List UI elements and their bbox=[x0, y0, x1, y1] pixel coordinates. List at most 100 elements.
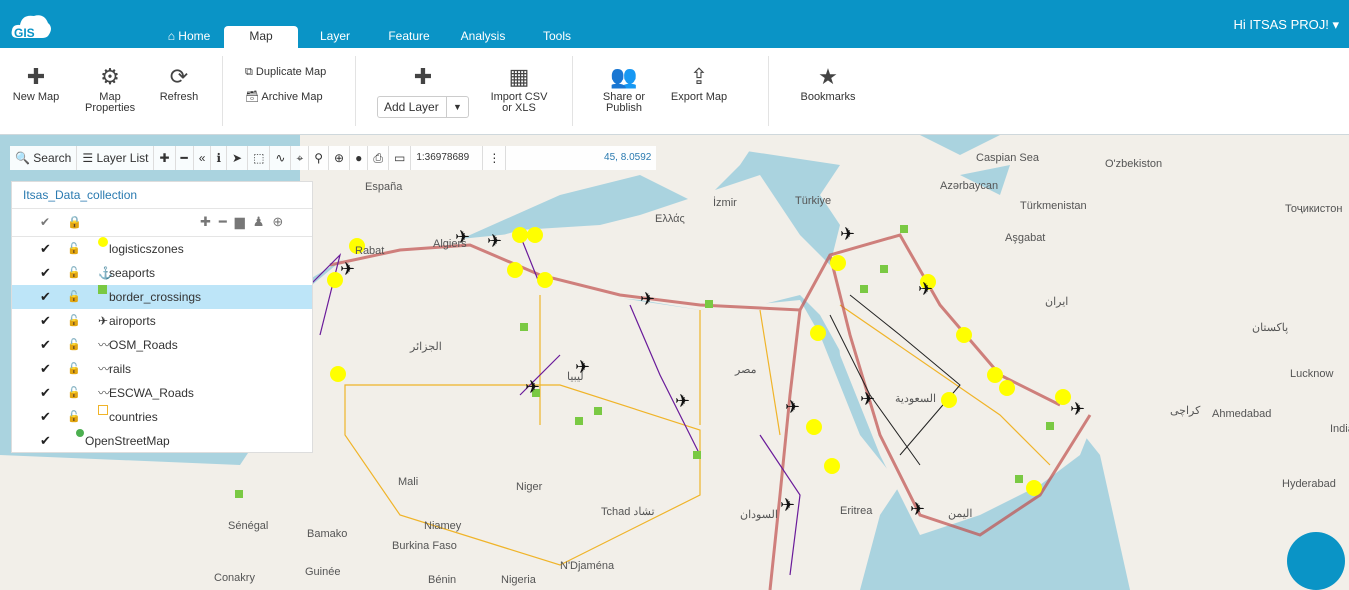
visibility-checkbox[interactable]: ✔ bbox=[40, 309, 51, 333]
archive-icon: 🗃 bbox=[245, 91, 262, 103]
map-place-label: Rabat bbox=[355, 245, 385, 257]
visibility-checkbox[interactable]: ✔ bbox=[40, 261, 51, 285]
layer-row[interactable]: ✔ 🔓 logisticszones bbox=[12, 237, 312, 261]
layer-row[interactable]: ✔ 🔓 ⚓ seaports bbox=[12, 261, 312, 285]
visibility-checkbox[interactable]: ✔ bbox=[40, 357, 51, 381]
divider bbox=[355, 56, 356, 126]
visibility-checkbox[interactable]: ✔ bbox=[40, 285, 51, 309]
share-publish-button[interactable]: 👥 Share or Publish bbox=[596, 48, 652, 114]
unlock-icon[interactable]: 🔓 bbox=[67, 285, 81, 309]
visibility-checkbox[interactable]: ✔ bbox=[40, 429, 51, 453]
zoom-extent-icon[interactable]: ⊕ bbox=[329, 146, 351, 170]
divider bbox=[222, 56, 223, 126]
globe-icon[interactable]: ● bbox=[350, 146, 369, 170]
scale-readout: 1:36978689 bbox=[411, 146, 484, 170]
more-icon[interactable]: ⋮ bbox=[483, 146, 507, 170]
remove-icon[interactable]: ━ bbox=[219, 214, 235, 229]
duplicate-map-button[interactable]: ⧉ Duplicate Map bbox=[245, 66, 326, 79]
layer-row[interactable]: ✔ 🔓 〰 ESCWA_Roads bbox=[12, 381, 312, 405]
svg-text:✈: ✈ bbox=[780, 495, 795, 515]
folder-icon[interactable]: ▆ bbox=[235, 214, 253, 229]
add-layer-dropdown[interactable]: Add Layer ▼ bbox=[377, 96, 469, 118]
unlock-icon[interactable]: 🔓 bbox=[67, 333, 81, 357]
info-icon[interactable]: ℹ bbox=[211, 146, 228, 170]
map-place-label: Niger bbox=[516, 481, 543, 493]
map-place-label: كراچی bbox=[1170, 405, 1201, 417]
draw-icon[interactable]: ∿ bbox=[270, 146, 292, 170]
map-place-label: ليبيا bbox=[567, 371, 584, 383]
tab-tools[interactable]: Tools bbox=[535, 26, 579, 48]
map-properties-button[interactable]: ⚙ Map Properties bbox=[82, 48, 138, 114]
divider bbox=[572, 56, 573, 126]
visibility-checkbox[interactable]: ✔ bbox=[40, 405, 51, 429]
refresh-button[interactable]: ⟳ Refresh bbox=[152, 48, 206, 103]
print-icon[interactable]: ⎙ bbox=[368, 146, 389, 170]
collapse-icon[interactable]: « bbox=[194, 146, 212, 170]
visibility-checkbox[interactable]: ✔ bbox=[40, 333, 51, 357]
measure-icon[interactable]: ▭ bbox=[389, 146, 412, 170]
select-box-icon[interactable]: ⬚ bbox=[248, 146, 271, 170]
crosshair-icon[interactable]: ⌖ bbox=[291, 146, 310, 170]
check-all-icon[interactable]: ✔ bbox=[40, 215, 50, 229]
unlock-icon[interactable]: 🔓 bbox=[67, 237, 81, 261]
map-place-label: Tchad تشاد bbox=[601, 506, 655, 518]
map-place-label: Niamey bbox=[424, 520, 462, 532]
add-layer-icon-button[interactable]: ✚ bbox=[400, 48, 446, 92]
layer-row[interactable]: ✔ 🔓 ✈ airoports bbox=[12, 309, 312, 333]
bookmarks-button[interactable]: ★ Bookmarks bbox=[796, 48, 860, 103]
unlock-icon[interactable]: 🔓 bbox=[67, 309, 81, 333]
tab-map[interactable]: Map bbox=[224, 26, 298, 48]
svg-text:✈: ✈ bbox=[840, 224, 855, 244]
chat-button[interactable] bbox=[1287, 532, 1345, 590]
visibility-checkbox[interactable]: ✔ bbox=[40, 381, 51, 405]
gear-icon: ⚙ bbox=[100, 64, 120, 89]
layer-row[interactable]: ✔ 🔓 〰 rails bbox=[12, 357, 312, 381]
map-place-label: Azərbaycan bbox=[940, 180, 999, 192]
unlock-icon[interactable]: 🔓 bbox=[67, 357, 81, 381]
add-icon[interactable]: ✚ bbox=[200, 214, 219, 229]
table-icon: ▦ bbox=[508, 64, 530, 89]
new-map-button[interactable]: ✚ New Map bbox=[8, 48, 64, 103]
layer-name: countries bbox=[109, 410, 158, 424]
map-place-label: İzmir bbox=[713, 197, 737, 209]
unlock-icon[interactable]: 🔓 bbox=[67, 261, 81, 285]
top-bar: GIS ⌂ Home Map Layer Feature Analysis To… bbox=[0, 0, 1349, 48]
tab-feature[interactable]: Feature bbox=[380, 26, 438, 48]
pointer-icon[interactable]: ➤ bbox=[227, 146, 249, 170]
caret-down-icon: ▼ bbox=[446, 97, 468, 117]
zoom-out-icon[interactable]: ━ bbox=[176, 146, 194, 170]
zoom-in-icon[interactable]: ✚ bbox=[154, 146, 176, 170]
unlock-icon[interactable]: 🔓 bbox=[67, 405, 81, 429]
archive-map-button[interactable]: 🗃 Archive Map bbox=[245, 90, 323, 103]
user-icon[interactable]: ♟ bbox=[253, 214, 273, 229]
map-place-label: Ahmedabad bbox=[1212, 408, 1272, 420]
layer-row[interactable]: ✔ 🔓 〰 OSM_Roads bbox=[12, 333, 312, 357]
svg-text:GIS: GIS bbox=[14, 26, 35, 40]
layer-panel: Itsas_Data_collection ✔ 🔒 ✚━▆♟⊕ ✔ 🔓 logist… bbox=[11, 181, 313, 453]
map-place-label: N'Djaména bbox=[560, 560, 615, 572]
user-menu[interactable]: Hi ITSAS PROJ! ▾ bbox=[1234, 17, 1340, 33]
layer-name: ESCWA_Roads bbox=[109, 386, 194, 400]
map-place-label: السعودية bbox=[895, 393, 937, 405]
tab-analysis[interactable]: Analysis bbox=[453, 26, 513, 48]
lock-icon[interactable]: 🔒 bbox=[67, 215, 82, 229]
layer-row[interactable]: ✔ OpenStreetMap bbox=[12, 429, 312, 453]
map-place-label: الجزائر bbox=[410, 341, 442, 353]
tab-home[interactable]: ⌂ Home bbox=[160, 26, 218, 48]
unlock-icon[interactable]: 🔓 bbox=[67, 381, 81, 405]
tab-layer[interactable]: Layer bbox=[310, 26, 360, 48]
import-csv-button[interactable]: ▦ Import CSV or XLS bbox=[488, 48, 550, 114]
street-view-icon[interactable]: ⚲ bbox=[309, 146, 330, 170]
search-button[interactable]: 🔍 Search bbox=[10, 146, 78, 170]
layer-row[interactable]: ✔ 🔓 border_crossings bbox=[12, 285, 312, 309]
svg-text:✈: ✈ bbox=[340, 259, 355, 279]
map-place-label: Algiers bbox=[433, 238, 467, 250]
export-map-button[interactable]: ⇪ Export Map bbox=[668, 48, 730, 103]
visibility-checkbox[interactable]: ✔ bbox=[40, 237, 51, 261]
layer-list-button[interactable]: ☰ Layer List bbox=[77, 146, 155, 170]
zoom-layer-icon[interactable]: ⊕ bbox=[272, 214, 291, 229]
share-icon: ⇪ bbox=[689, 64, 709, 89]
layer-row[interactable]: ✔ 🔓 countries bbox=[12, 405, 312, 429]
map-place-label: Bamako bbox=[307, 528, 348, 540]
map-place-label: Тоҷикистон bbox=[1285, 203, 1343, 215]
